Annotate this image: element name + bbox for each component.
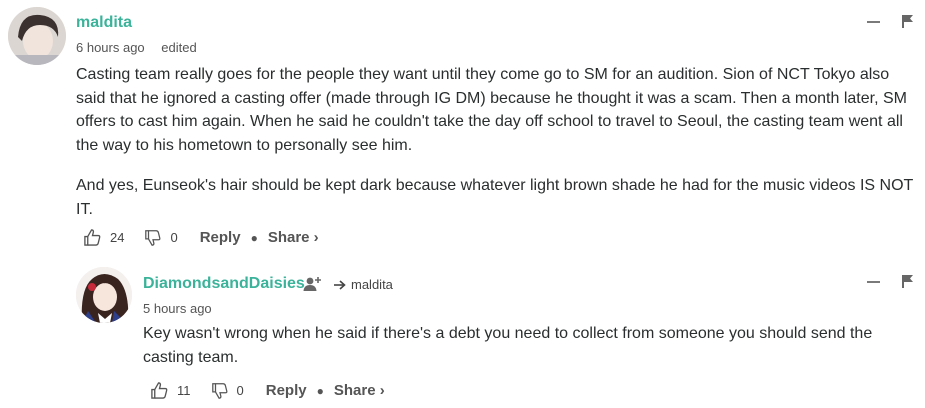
upvote-count: 11 [177, 383, 191, 398]
reply-arrow-icon [334, 279, 346, 290]
upvote-button[interactable]: 11 [150, 381, 191, 400]
comment-body: Key wasn't wrong when he said if there's… [143, 322, 913, 386]
thumbs-down-icon [211, 382, 227, 399]
follow-user-icon[interactable] [303, 276, 323, 292]
comment-controls [867, 275, 913, 288]
comment-paragraph: Key wasn't wrong when he said if there's… [143, 325, 873, 366]
upvote-count: 24 [110, 230, 125, 245]
upvote-button[interactable]: 24 [83, 228, 124, 247]
comment-meta: 5 hours ago [143, 301, 225, 316]
downvote-count: 0 [170, 230, 178, 245]
separator-dot: ● [316, 383, 324, 398]
flag-icon[interactable] [902, 15, 913, 28]
comment-author[interactable]: DiamondsandDaisies [143, 275, 305, 293]
edited-label: edited [161, 40, 197, 55]
reply-to-user[interactable]: maldita [351, 277, 393, 292]
avatar[interactable] [8, 7, 66, 65]
comment-meta: 6 hours ago edited [76, 40, 210, 55]
share-button[interactable]: Share › [334, 382, 385, 399]
comment-controls [867, 15, 913, 28]
thumbs-down-icon [145, 229, 161, 246]
comment-paragraph: Casting team really goes for the people … [76, 66, 907, 154]
downvote-button[interactable]: 0 [144, 229, 178, 247]
downvote-button[interactable]: 0 [211, 382, 244, 400]
reply-button[interactable]: Reply [200, 229, 241, 246]
comment-actions: 11 0 Reply ● Share › [150, 381, 385, 400]
share-button[interactable]: Share › [268, 229, 319, 246]
minimize-icon[interactable] [867, 280, 880, 283]
reply-button[interactable]: Reply [266, 382, 307, 399]
timestamp[interactable]: 6 hours ago [76, 40, 145, 55]
comment-actions: 24 0 Reply ● Share › [83, 228, 319, 247]
downvote-count: 0 [236, 383, 244, 398]
thumbs-up-icon [151, 382, 168, 399]
comment-author[interactable]: maldita [76, 14, 132, 32]
comment-paragraph: And yes, Eunseok's hair should be kept d… [76, 177, 914, 218]
timestamp[interactable]: 5 hours ago [143, 301, 212, 316]
comment-body: Casting team really goes for the people … [76, 63, 921, 238]
thumbs-up-icon [84, 229, 101, 246]
flag-icon[interactable] [902, 275, 913, 288]
avatar[interactable] [76, 267, 132, 323]
minimize-icon[interactable] [867, 20, 880, 23]
separator-dot: ● [250, 230, 258, 245]
reply-to[interactable]: maldita [334, 277, 393, 292]
